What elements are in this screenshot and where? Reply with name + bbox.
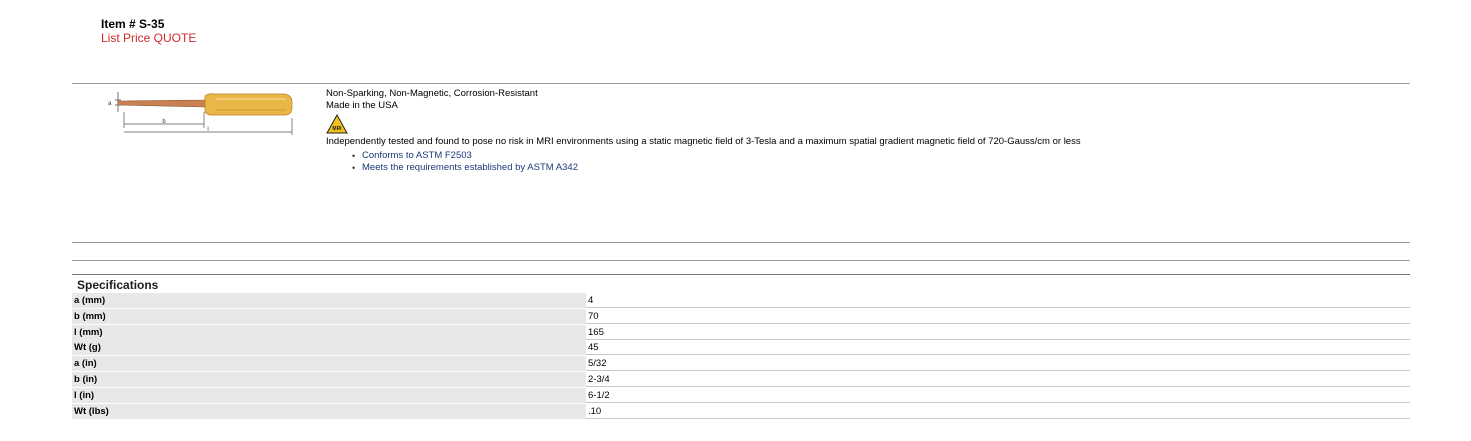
item-header: Item # S-35 List Price QUOTE: [101, 17, 197, 46]
divider-top: [72, 83, 1410, 84]
specifications-table: Specifications a (mm) 4 b (mm) 70 l (mm)…: [72, 274, 1410, 419]
mri-statement: Independently tested and found to pose n…: [326, 136, 1081, 147]
spec-value: 165: [586, 325, 1410, 340]
spec-value: 6-1/2: [586, 388, 1410, 403]
table-row: l (mm) 165: [72, 324, 1410, 340]
spec-label: Wt (g): [72, 340, 586, 356]
table-row: Wt (g) 45: [72, 340, 1410, 356]
table-row: a (in) 5/32: [72, 356, 1410, 372]
mri-warning-icon: MRI: [326, 114, 348, 134]
spec-label: b (mm): [72, 308, 586, 324]
table-row: a (mm) 4: [72, 293, 1410, 308]
divider-mid-2: [72, 260, 1410, 261]
product-description: Non-Sparking, Non-Magnetic, Corrosion-Re…: [326, 88, 1081, 174]
diagram-label-l: l: [207, 127, 208, 133]
feature-line-2: Made in the USA: [326, 100, 398, 111]
item-number: Item # S-35: [101, 17, 165, 31]
spec-value: .10: [586, 404, 1410, 419]
feature-line-1: Non-Sparking, Non-Magnetic, Corrosion-Re…: [326, 88, 538, 99]
list-item: Meets the requirements established by AS…: [352, 162, 1081, 174]
mri-badge-text: MRI: [332, 126, 342, 132]
diagram-label-a: a: [108, 101, 112, 107]
spec-label: l (mm): [72, 324, 586, 340]
spec-label: a (mm): [72, 293, 586, 308]
standards-list: Conforms to ASTM F2503 Meets the require…: [326, 150, 1081, 174]
screwdriver-diagram-icon: a b l: [108, 92, 293, 135]
table-row: l (in) 6-1/2: [72, 387, 1410, 403]
spec-label: Wt (lbs): [72, 403, 586, 419]
spec-value: 45: [586, 340, 1410, 356]
divider-mid-1: [72, 242, 1410, 243]
list-price: List Price QUOTE: [101, 31, 197, 45]
list-item: Conforms to ASTM F2503: [352, 150, 1081, 162]
spec-value: 4: [586, 293, 1410, 308]
spec-value: 70: [586, 309, 1410, 324]
table-row: b (mm) 70: [72, 308, 1410, 324]
table-row: b (in) 2-3/4: [72, 371, 1410, 387]
spec-label: l (in): [72, 387, 586, 403]
spec-label: a (in): [72, 356, 586, 372]
specifications-title: Specifications: [77, 278, 159, 292]
spec-value: 5/32: [586, 356, 1410, 372]
table-row: Wt (lbs) .10: [72, 403, 1410, 419]
spec-value: 2-3/4: [586, 372, 1410, 387]
spec-label: b (in): [72, 371, 586, 387]
